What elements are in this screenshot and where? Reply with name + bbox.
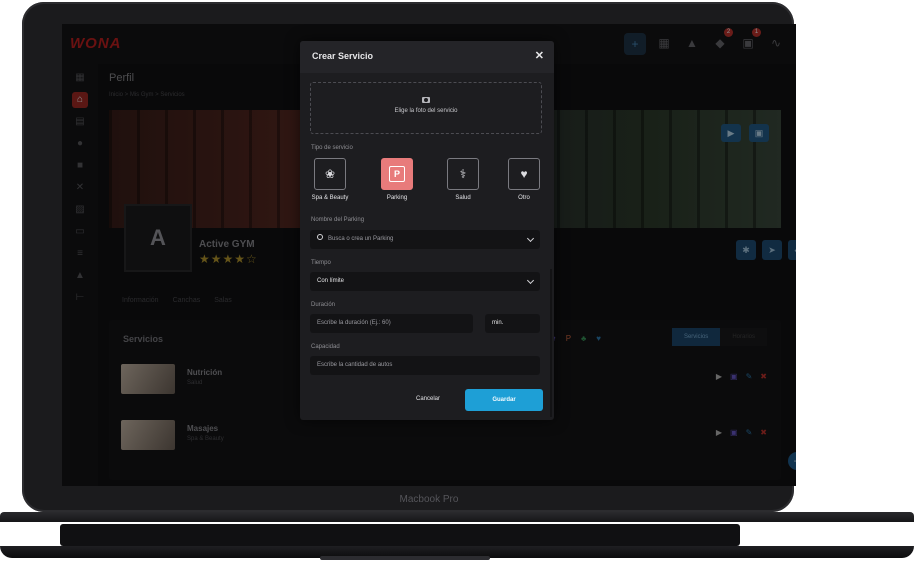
heart-hand-icon: ♥ — [508, 158, 540, 190]
save-button[interactable]: Guardar — [465, 389, 543, 411]
type-health[interactable]: ⚕ Salud — [443, 158, 483, 201]
parking-name-label: Nombre del Parking — [311, 217, 365, 223]
cancel-button[interactable]: Cancelar — [416, 396, 440, 402]
keyboard — [60, 524, 740, 546]
modal-header: Crear Servicio ✕ — [300, 41, 554, 73]
duration-input[interactable]: Escribe la duración (Ej.: 60) — [310, 314, 473, 333]
spa-icon: ❀ — [314, 158, 346, 190]
laptop-base — [0, 512, 914, 560]
type-label: Parking — [386, 195, 408, 201]
type-label: Salud — [455, 195, 471, 201]
photo-upload-area[interactable]: Elige la foto del servicio — [310, 82, 542, 134]
trackpad-notch — [320, 556, 490, 560]
device-label: Macbook Pro — [399, 494, 459, 505]
modal-scrollbar[interactable] — [550, 269, 552, 417]
parking-search-select[interactable]: Busca o crea un Parking — [310, 230, 540, 249]
duration-unit: min. — [485, 314, 540, 333]
time-select[interactable]: Con límite — [310, 272, 540, 291]
type-other[interactable]: ♥ Otro — [504, 158, 544, 201]
type-spa-beauty[interactable]: ❀ Spa & Beauty — [310, 158, 350, 201]
service-type-label: Tipo de servicio — [311, 145, 353, 151]
search-icon — [317, 234, 323, 241]
type-label: Otro — [518, 195, 530, 201]
camera-icon — [422, 97, 430, 103]
time-label: Tiempo — [311, 260, 331, 266]
type-label: Spa & Beauty — [311, 195, 349, 201]
parking-placeholder: Busca o crea un Parking — [328, 236, 394, 242]
duration-placeholder: Escribe la duración (Ej.: 60) — [317, 320, 391, 326]
duration-unit-label: min. — [492, 320, 504, 326]
doctor-icon: ⚕ — [447, 158, 479, 190]
create-service-modal: Crear Servicio ✕ Elige la foto del servi… — [300, 41, 554, 420]
duration-label: Duración — [311, 302, 336, 308]
app-screen: WONA + ▦ ▲ ◆ 2 ▣ 1 ∿ ▦ ⌂ ▤ ● ■ ✕ ▨ ▭ ≡ ▲ ⊢… — [62, 24, 796, 486]
laptop-lid: WONA + ▦ ▲ ◆ 2 ▣ 1 ∿ ▦ ⌂ ▤ ● ■ ✕ ▨ ▭ ≡ ▲ ⊢… — [22, 2, 796, 512]
capacity-placeholder: Escribe la cantidad de autos — [317, 362, 393, 368]
capacity-input[interactable]: Escribe la cantidad de autos — [310, 356, 540, 375]
parking-icon: P — [381, 158, 413, 190]
time-value: Con límite — [317, 278, 345, 284]
close-icon[interactable]: ✕ — [535, 49, 544, 62]
photo-upload-label: Elige la foto del servicio — [394, 108, 458, 114]
capacity-label: Capacidad — [311, 344, 340, 350]
base-hinge — [0, 512, 914, 522]
modal-title: Crear Servicio — [312, 51, 374, 61]
type-parking[interactable]: P Parking — [377, 158, 417, 201]
